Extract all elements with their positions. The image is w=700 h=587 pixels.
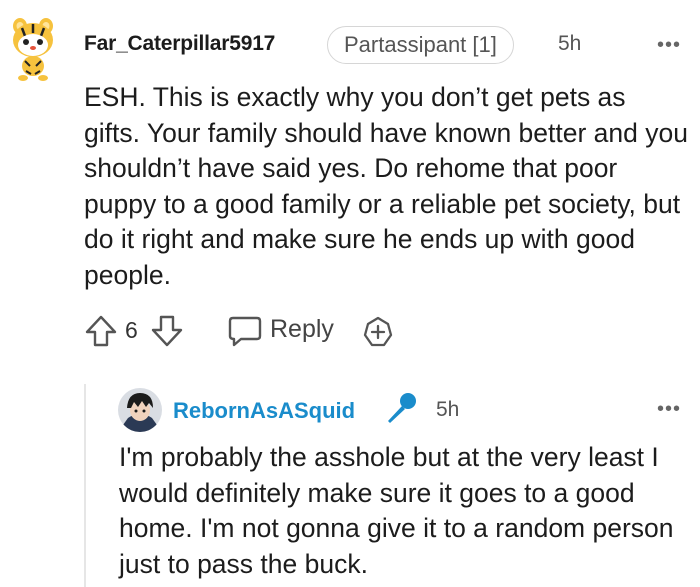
user-avatar[interactable] [8, 14, 58, 82]
reply-timestamp: 5h [436, 398, 460, 421]
downvote-button[interactable] [150, 314, 184, 348]
reply-more-options-icon[interactable]: ••• [657, 398, 681, 421]
user-avatar-icon [118, 388, 162, 432]
vote-count: 6 [125, 317, 138, 343]
award-button[interactable] [361, 315, 395, 349]
reply-icon [228, 316, 262, 347]
thread-line[interactable] [84, 384, 86, 587]
reply-user-avatar[interactable] [118, 388, 162, 432]
upvote-icon [85, 315, 117, 347]
reply-body: I'm probably the asshole but at the very… [119, 442, 674, 579]
reply-label[interactable]: Reply [270, 315, 334, 344]
downvote-icon [151, 315, 183, 347]
reply-button[interactable] [227, 314, 263, 348]
more-options-icon[interactable]: ••• [657, 34, 681, 57]
comment-timestamp: 5h [558, 32, 582, 55]
reply-username[interactable]: RebornAsASquid [173, 398, 355, 424]
microphone-icon [384, 390, 420, 426]
snoo-avatar-icon [13, 18, 53, 81]
user-flair: Partassipant [1] [327, 26, 514, 64]
upvote-button[interactable] [84, 314, 118, 348]
comment-username[interactable]: Far_Caterpillar5917 [84, 32, 275, 56]
award-icon [363, 316, 393, 347]
comment-body: ESH. This is exactly why you don’t get p… [84, 82, 688, 290]
